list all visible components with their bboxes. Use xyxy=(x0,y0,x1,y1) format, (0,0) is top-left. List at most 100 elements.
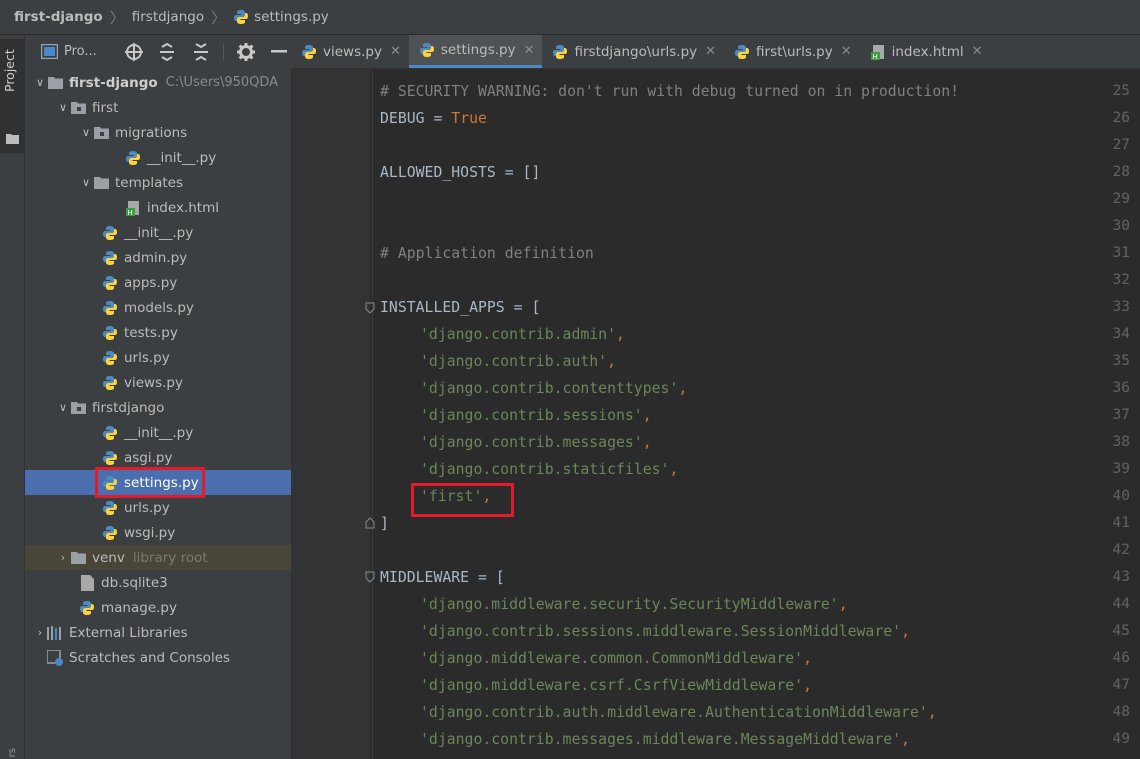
close-icon[interactable]: ✕ xyxy=(390,44,401,59)
expand-all-button[interactable] xyxy=(156,40,180,64)
chevron-right-icon[interactable]: › xyxy=(33,626,47,639)
code-line-38: 'django.contrib.messages', xyxy=(420,434,652,451)
tool-window-strip: Project rs xyxy=(0,35,25,759)
highlight-box-settings xyxy=(95,467,205,498)
tree-root-path: C:\Users\950QDA xyxy=(165,75,279,90)
tree-label: first xyxy=(92,99,119,116)
code-line-33: INSTALLED_APPS = [ xyxy=(380,299,541,316)
breadcrumb-project[interactable]: first-django xyxy=(14,9,103,25)
python-file-icon xyxy=(102,450,118,466)
tab-label: index.html xyxy=(891,43,964,60)
line-number: 27 xyxy=(1112,137,1130,153)
python-file-icon xyxy=(102,300,118,316)
code-token-keyword: True xyxy=(451,110,487,127)
line-number: 44 xyxy=(1112,596,1130,612)
code-line-34: 'django.contrib.admin', xyxy=(420,326,625,343)
code-line-46: 'django.middleware.common.CommonMiddlewa… xyxy=(420,650,812,667)
project-tool-button[interactable]: Project xyxy=(0,39,24,153)
code-comma: , xyxy=(642,407,652,424)
code-comma: , xyxy=(616,326,625,343)
project-tool-label: Project xyxy=(2,49,17,92)
package-folder-icon xyxy=(70,400,86,416)
code-line-48: 'django.contrib.auth.middleware.Authenti… xyxy=(420,704,937,721)
breadcrumb-file-label: settings.py xyxy=(254,9,329,25)
minimize-icon xyxy=(271,49,288,52)
python-file-icon xyxy=(234,10,249,24)
line-number: 46 xyxy=(1112,650,1130,666)
breadcrumb: first-django 〉 firstdjango 〉 settings.py xyxy=(0,0,1140,35)
chevron-down-icon[interactable]: ∨ xyxy=(79,126,93,139)
code-comma: , xyxy=(669,461,679,478)
tree-item-scratches[interactable]: Scratches and Consoles xyxy=(25,645,313,670)
tree-label: migrations xyxy=(115,124,188,141)
code-comma: , xyxy=(678,380,688,397)
tree-item-external-libraries[interactable]: › External Libraries xyxy=(25,620,299,645)
tree-label: __init__.py xyxy=(124,424,194,441)
breadcrumb-separator: 〉 xyxy=(109,8,125,27)
tree-label: __init__.py xyxy=(147,149,217,166)
code-string: 'django.contrib.sessions.middleware.Sess… xyxy=(420,623,902,640)
tab-settings[interactable]: settings.py ✕ xyxy=(408,35,543,68)
code-line-36: 'django.contrib.contenttypes', xyxy=(420,380,687,397)
line-number: 29 xyxy=(1112,191,1130,207)
python-file-icon xyxy=(301,44,317,60)
code-string: 'django.contrib.staticfiles' xyxy=(420,461,670,478)
locate-file-button[interactable] xyxy=(122,40,146,64)
chevron-down-icon[interactable]: ∨ xyxy=(33,76,47,89)
code-line-31: # Application definition xyxy=(380,245,594,262)
close-icon[interactable]: ✕ xyxy=(841,44,852,59)
close-icon[interactable]: ✕ xyxy=(524,43,535,58)
collapse-all-icon xyxy=(193,42,208,61)
scratches-icon xyxy=(47,649,63,666)
tab-label: firstdjango\urls.py xyxy=(574,43,698,60)
tree-item-first[interactable]: ∨ first xyxy=(25,95,322,120)
project-view-selector[interactable]: Pro... xyxy=(41,44,112,59)
tree-label: templates xyxy=(115,174,183,191)
tree-label: asgi.py xyxy=(124,449,173,466)
python-file-icon xyxy=(734,44,750,60)
code-line-44: 'django.middleware.security.SecurityMidd… xyxy=(420,596,848,613)
project-panel-title: Pro... xyxy=(64,44,97,59)
code-string: 'django.contrib.auth' xyxy=(420,353,608,370)
project-panel: Pro... ∨ first-django C:\Users\950QDA ∨ xyxy=(25,35,368,759)
fold-marker-icon[interactable] xyxy=(365,571,375,583)
code-line-26: DEBUG = True xyxy=(380,110,487,127)
chevron-right-icon[interactable]: › xyxy=(56,551,70,564)
tree-label: wsgi.py xyxy=(124,524,176,541)
tree-label: __init__.py xyxy=(124,224,194,241)
python-file-icon xyxy=(419,42,435,58)
close-icon[interactable]: ✕ xyxy=(705,44,716,59)
file-icon xyxy=(79,574,95,591)
code-line-35: 'django.contrib.auth', xyxy=(420,353,616,370)
chevron-down-icon[interactable]: ∨ xyxy=(56,101,70,114)
code-string: 'django.middleware.csrf.CsrfViewMiddlewa… xyxy=(420,677,804,694)
tree-item-venv[interactable]: › venv library root xyxy=(25,545,322,570)
tab-views[interactable]: views.py ✕ xyxy=(291,35,409,68)
code-line-47: 'django.middleware.csrf.CsrfViewMiddlewa… xyxy=(420,677,812,694)
line-number: 40 xyxy=(1112,488,1130,504)
crosshair-icon xyxy=(124,42,143,61)
breadcrumb-folder[interactable]: firstdjango xyxy=(132,9,204,25)
tree-item-root[interactable]: ∨ first-django C:\Users\950QDA xyxy=(25,70,299,95)
expand-all-icon xyxy=(160,42,175,61)
fold-marker-icon[interactable] xyxy=(365,517,375,529)
close-icon[interactable]: ✕ xyxy=(972,44,983,59)
tab-firstdjango-urls[interactable]: firstdjango\urls.py ✕ xyxy=(542,35,724,68)
code-editor[interactable]: 24 25 26 27 28 29 30 31 32 33 34 35 36 3… xyxy=(291,69,1140,759)
chevron-down-icon[interactable]: ∨ xyxy=(79,176,93,189)
tab-index-html[interactable]: H index.html ✕ xyxy=(860,35,991,68)
line-number: 24 xyxy=(1070,69,1130,72)
tab-first-urls[interactable]: first\urls.py ✕ xyxy=(724,35,860,68)
code-comma: , xyxy=(803,650,812,667)
line-number: 47 xyxy=(1112,677,1130,693)
chevron-down-icon[interactable]: ∨ xyxy=(56,401,70,414)
collapse-all-button[interactable] xyxy=(189,40,213,64)
tree-item-firstdjango[interactable]: ∨ firstdjango xyxy=(25,395,322,420)
fold-marker-icon[interactable] xyxy=(365,302,375,314)
hide-panel-button[interactable] xyxy=(267,40,291,64)
code-comma: , xyxy=(838,596,848,613)
code-line-41: ] xyxy=(380,515,389,532)
code-line-43: MIDDLEWARE = [ xyxy=(380,569,505,586)
settings-button[interactable] xyxy=(234,40,258,64)
breadcrumb-file[interactable]: settings.py xyxy=(233,9,329,25)
